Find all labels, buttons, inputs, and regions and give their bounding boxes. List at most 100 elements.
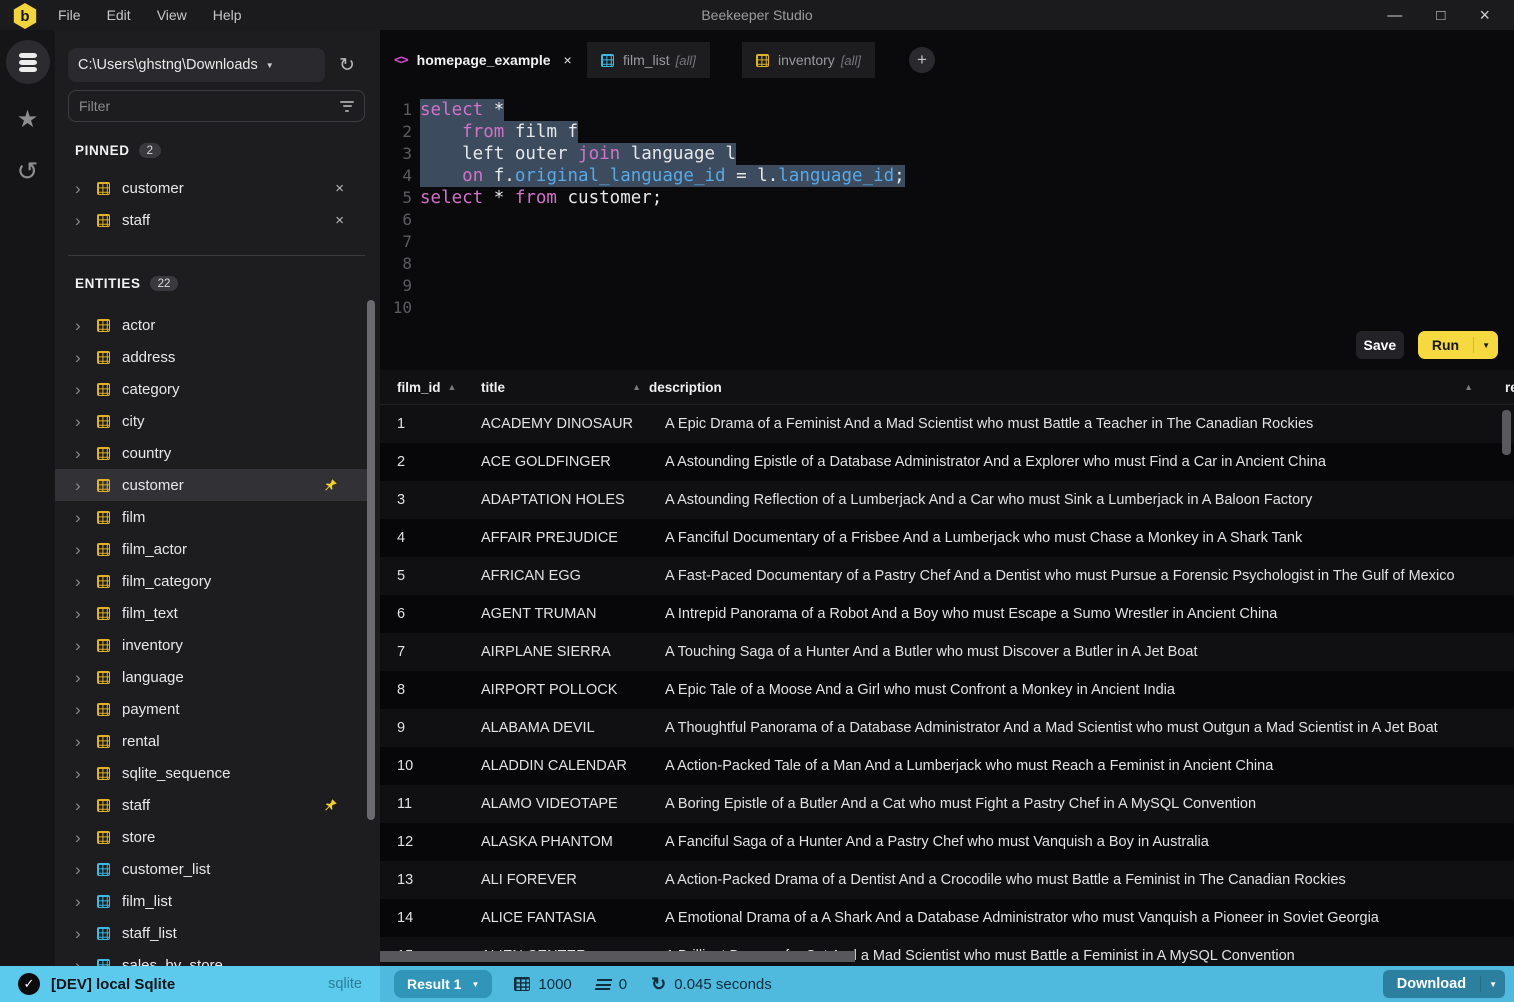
sidebar-item-film[interactable]: › film [55, 501, 368, 533]
menu-help[interactable]: Help [213, 7, 242, 23]
sidebar-scrollbar[interactable] [367, 300, 375, 820]
sidebar-item-film_actor[interactable]: › film_actor [55, 533, 368, 565]
download-button-label[interactable]: Download [1383, 976, 1482, 992]
sidebar-item-film_list[interactable]: › film_list [55, 885, 368, 917]
column-header-film_id[interactable]: film_id ▲ [380, 380, 481, 395]
chevron-right-icon[interactable]: › [75, 541, 97, 558]
result-selector[interactable]: Result 1 ▼ [394, 970, 493, 998]
tab-homepage_example[interactable]: <> homepage_example × [380, 42, 586, 78]
column-header-description[interactable]: description ▲ [649, 380, 1481, 395]
menu-file[interactable]: File [58, 7, 81, 23]
sidebar-item-language[interactable]: › language [55, 661, 368, 693]
favorites-star-icon[interactable]: ★ [17, 108, 39, 132]
unpin-close-icon[interactable]: × [335, 212, 344, 229]
chevron-right-icon[interactable]: › [75, 733, 97, 750]
chevron-right-icon[interactable]: › [75, 212, 97, 229]
sidebar-item-payment[interactable]: › payment [55, 693, 368, 725]
tab-inventory[interactable]: inventory [all] [742, 42, 876, 78]
pin-icon[interactable] [323, 478, 338, 493]
connection-dropdown[interactable]: C:\Users\ghstng\Downloads ▼ [68, 48, 325, 82]
sidebar-item-film_text[interactable]: › film_text [55, 597, 368, 629]
run-button[interactable]: Run ▼ [1417, 331, 1498, 359]
chevron-right-icon[interactable]: › [75, 381, 97, 398]
chevron-right-icon[interactable]: › [75, 765, 97, 782]
unpin-close-icon[interactable]: × [335, 180, 344, 197]
sidebar-item-city[interactable]: › city [55, 405, 368, 437]
tab-close-icon[interactable]: × [564, 52, 572, 68]
download-button[interactable]: Download ▼ [1382, 970, 1505, 998]
table-row[interactable]: 6 AGENT TRUMAN A Intrepid Panorama of a Ro… [380, 595, 1514, 633]
save-button[interactable]: Save [1355, 331, 1404, 359]
sidebar-item-customer_list[interactable]: › customer_list [55, 853, 368, 885]
results-vertical-scrollbar[interactable] [1502, 410, 1511, 455]
chevron-right-icon[interactable]: › [75, 861, 97, 878]
table-row[interactable]: 9 ALABAMA DEVIL A Thoughtful Panorama of a… [380, 709, 1514, 747]
sidebar-item-sqlite_sequence[interactable]: › sqlite_sequence [55, 757, 368, 789]
sidebar-item-rental[interactable]: › rental [55, 725, 368, 757]
chevron-right-icon[interactable]: › [75, 669, 97, 686]
sidebar-item-sales_by_store[interactable]: › sales_by_store [55, 949, 368, 966]
chevron-right-icon[interactable]: › [75, 349, 97, 366]
table-row[interactable]: 10 ALADDIN CALENDAR A Action-Packed Tale o… [380, 747, 1514, 785]
chevron-right-icon[interactable]: › [75, 893, 97, 910]
database-icon[interactable] [5, 40, 50, 84]
run-options-caret-icon[interactable]: ▼ [1474, 341, 1498, 350]
pin-icon[interactable] [323, 798, 338, 813]
chevron-right-icon[interactable]: › [75, 573, 97, 590]
results-horizontal-scrollbar[interactable] [380, 951, 855, 962]
chevron-right-icon[interactable]: › [75, 925, 97, 942]
menu-view[interactable]: View [157, 7, 187, 23]
menu-edit[interactable]: Edit [107, 7, 131, 23]
sidebar-item-country[interactable]: › country [55, 437, 368, 469]
pinned-item-customer[interactable]: › customer × [55, 172, 368, 204]
table-row[interactable]: 8 AIRPORT POLLOCK A Epic Tale of a Moose A… [380, 671, 1514, 709]
refresh-icon[interactable]: ↻ [339, 54, 355, 77]
download-options-caret-icon[interactable]: ▼ [1481, 980, 1505, 989]
sort-asc-icon[interactable]: ▲ [632, 382, 641, 392]
table-row[interactable]: 4 AFFAIR PREJUDICE A Fanciful Documentary … [380, 519, 1514, 557]
sidebar-item-staff_list[interactable]: › staff_list [55, 917, 368, 949]
chevron-right-icon[interactable]: › [75, 445, 97, 462]
chevron-right-icon[interactable]: › [75, 829, 97, 846]
sidebar-item-store[interactable]: › store [55, 821, 368, 853]
filter-input[interactable] [79, 98, 340, 114]
chevron-right-icon[interactable]: › [75, 509, 97, 526]
chevron-right-icon[interactable]: › [75, 957, 97, 967]
chevron-right-icon[interactable]: › [75, 797, 97, 814]
maximize-icon[interactable]: □ [1436, 8, 1445, 23]
minimize-icon[interactable]: — [1387, 8, 1402, 23]
tab-film_list[interactable]: film_list [all] [587, 42, 710, 78]
sidebar-item-actor[interactable]: › actor [55, 309, 368, 341]
table-row[interactable]: 14 ALICE FANTASIA A Emotional Drama of a A… [380, 899, 1514, 937]
sort-asc-icon[interactable]: ▲ [448, 382, 457, 392]
sidebar-item-category[interactable]: › category [55, 373, 368, 405]
table-row[interactable]: 1 ACADEMY DINOSAUR A Epic Drama of a Femin… [380, 405, 1514, 443]
column-header-title[interactable]: title ▲ [481, 380, 649, 395]
run-button-label[interactable]: Run [1418, 337, 1475, 353]
sidebar-item-film_category[interactable]: › film_category [55, 565, 368, 597]
sidebar-item-staff[interactable]: › staff [55, 789, 368, 821]
new-tab-button[interactable]: + [909, 47, 935, 73]
sort-asc-icon[interactable]: ▲ [1464, 382, 1473, 392]
sidebar-item-address[interactable]: › address [55, 341, 368, 373]
table-row[interactable]: 12 ALASKA PHANTOM A Fanciful Saga of a Hun… [380, 823, 1514, 861]
chevron-right-icon[interactable]: › [75, 605, 97, 622]
sql-editor[interactable]: 1 select * 2 from film f3 left outer join … [380, 78, 1514, 330]
close-icon[interactable]: × [1479, 6, 1490, 24]
chevron-right-icon[interactable]: › [75, 477, 97, 494]
history-icon[interactable]: ↺ [17, 158, 39, 184]
column-header-re[interactable]: re [1481, 380, 1514, 395]
pinned-item-staff[interactable]: › staff × [55, 204, 368, 236]
sidebar-item-customer[interactable]: › customer [55, 469, 368, 501]
table-row[interactable]: 3 ADAPTATION HOLES A Astounding Reflection… [380, 481, 1514, 519]
chevron-right-icon[interactable]: › [75, 637, 97, 654]
table-row[interactable]: 7 AIRPLANE SIERRA A Touching Saga of a Hun… [380, 633, 1514, 671]
table-row[interactable]: 13 ALI FOREVER A Action-Packed Drama of a … [380, 861, 1514, 899]
chevron-right-icon[interactable]: › [75, 317, 97, 334]
sidebar-item-inventory[interactable]: › inventory [55, 629, 368, 661]
table-row[interactable]: 2 ACE GOLDFINGER A Astounding Epistle of a… [380, 443, 1514, 481]
chevron-right-icon[interactable]: › [75, 180, 97, 197]
table-row[interactable]: 11 ALAMO VIDEOTAPE A Boring Epistle of a B… [380, 785, 1514, 823]
table-row[interactable]: 5 AFRICAN EGG A Fast-Paced Documentary of … [380, 557, 1514, 595]
chevron-right-icon[interactable]: › [75, 701, 97, 718]
